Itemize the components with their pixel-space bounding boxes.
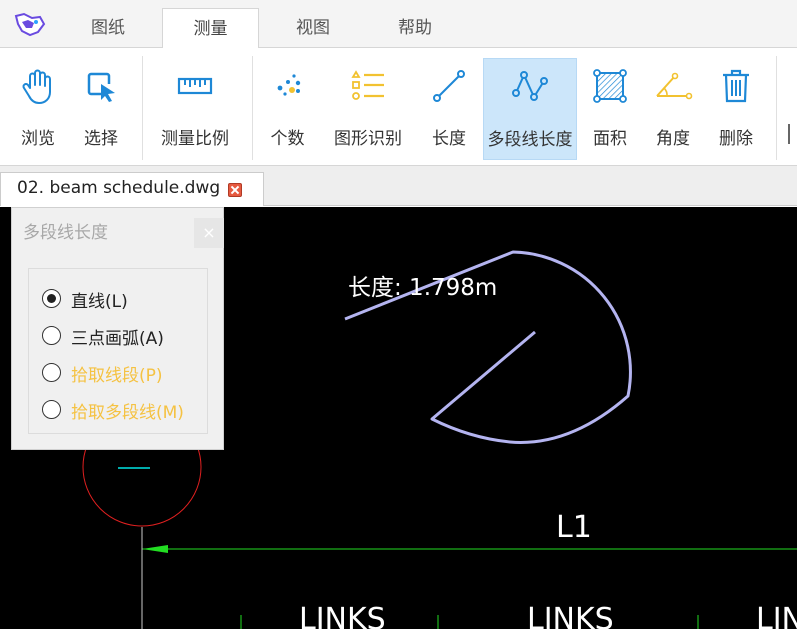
tool-measure-scale-label: 测量比例 (161, 129, 229, 149)
option-label: 直线(L) (71, 292, 128, 312)
option-label: 拾取多段线(M) (71, 403, 184, 423)
option-label: 三点画弧(A) (71, 329, 164, 349)
polyline-length-panel: 多段线长度 × 直线(L) 三点画弧(A) 拾取线段(P) 拾取多段线(M) (11, 207, 224, 450)
ribbon-separator (776, 56, 777, 160)
dots-count-icon (277, 74, 300, 96)
radio-icon (42, 326, 61, 345)
line-length-icon (433, 70, 465, 102)
tool-polyline-length-label: 多段线长度 (487, 130, 573, 150)
tool-length-label: 长度 (432, 129, 466, 149)
document-tab-name: 02. beam schedule.dwg (17, 178, 221, 198)
tool-length[interactable]: 长度 (420, 58, 478, 160)
beam-label: L1 (556, 510, 592, 545)
document-tab[interactable]: 02. beam schedule.dwg (0, 172, 264, 206)
tab-help[interactable]: 帮助 (365, 8, 465, 48)
tool-polyline-length[interactable]: 多段线长度 (483, 58, 577, 160)
hand-icon (22, 69, 51, 104)
tool-area-label: 面积 (593, 129, 627, 149)
links-label: LINKS (299, 602, 386, 629)
menu-bar: 图纸 测量 视图 帮助 (0, 0, 797, 49)
app-logo-icon (14, 12, 46, 37)
trash-icon (723, 69, 749, 103)
ribbon-toolbar: 浏览 选择 测量比例 个数 图形识别 长度 多段线长度 面积 角度 删除 (0, 48, 797, 166)
tool-angle-label: 角度 (656, 129, 690, 149)
panel-title: 多段线长度 (23, 223, 108, 243)
list-shapes-icon (351, 70, 384, 100)
tool-area[interactable]: 面积 (582, 58, 638, 160)
tab-view[interactable]: 视图 (263, 8, 363, 48)
ribbon-separator (252, 56, 253, 160)
tool-count[interactable]: 个数 (260, 58, 315, 160)
area-icon (593, 69, 627, 103)
dimension-arrow (142, 545, 168, 553)
tool-angle[interactable]: 角度 (644, 58, 702, 160)
mode-option-group: 直线(L) 三点画弧(A) 拾取线段(P) 拾取多段线(M) (28, 268, 208, 434)
tab-drawing[interactable]: 图纸 (58, 8, 158, 48)
document-tab-bar: 02. beam schedule.dwg (0, 166, 797, 206)
tool-shape-recognition-label: 图形识别 (334, 129, 402, 149)
panel-close-button[interactable]: × (194, 218, 224, 248)
ribbon-separator (142, 56, 143, 160)
radio-selected-icon (42, 289, 61, 308)
tool-count-label: 个数 (270, 129, 305, 149)
tool-delete[interactable]: 删除 (707, 58, 765, 160)
tool-browse[interactable]: 浏览 (8, 58, 68, 160)
measurement-label: 长度: 1.798m (348, 275, 497, 301)
tool-delete-label: 删除 (719, 129, 753, 149)
radio-icon (42, 400, 61, 419)
pointer-select-icon (87, 72, 115, 102)
ribbon-overflow-indicator[interactable] (788, 124, 794, 144)
angle-icon (656, 72, 693, 100)
ruler-icon (177, 77, 213, 95)
links-label: LINKS (527, 602, 614, 629)
radio-icon (42, 363, 61, 382)
tool-measure-scale[interactable]: 测量比例 (150, 58, 240, 160)
tool-shape-recognition[interactable]: 图形识别 (324, 58, 412, 160)
polyline-icon (512, 71, 548, 101)
links-label: LIN (756, 602, 797, 629)
tool-browse-label: 浏览 (21, 129, 55, 149)
tool-select-label: 选择 (84, 129, 118, 149)
tool-select[interactable]: 选择 (70, 58, 132, 160)
close-tab-icon[interactable] (228, 183, 242, 197)
option-label: 拾取线段(P) (71, 366, 163, 386)
tab-measure[interactable]: 测量 (162, 8, 259, 49)
